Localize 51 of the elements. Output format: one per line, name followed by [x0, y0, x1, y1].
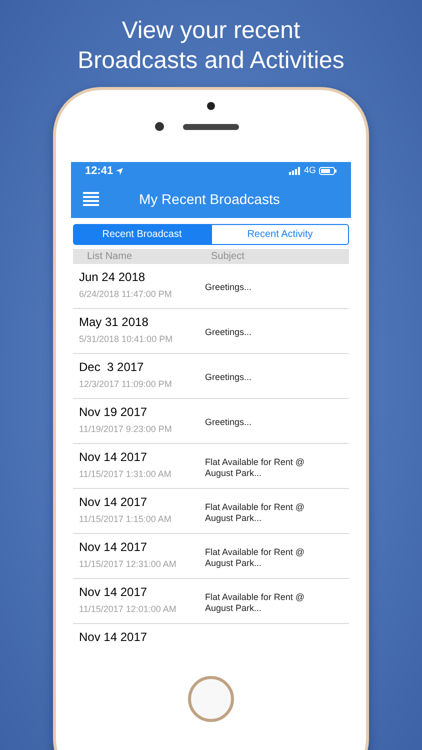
broadcast-row[interactable]: May 31 2018 5/31/2018 10:41:00 PM Greetings... [73, 309, 349, 354]
broadcast-row[interactable]: Nov 19 2017 11/19/2017 9:23:00 PM Greetings... [73, 399, 349, 444]
broadcast-date: Nov 14 2017 [79, 630, 148, 644]
broadcast-row[interactable]: Nov 14 2017 11/15/2017 12:01:00 AM Flat Available for Rent @ August Park... [73, 579, 349, 624]
broadcast-row[interactable]: Jun 24 2018 6/24/2018 11:47:00 PM Greetings... [73, 264, 349, 309]
broadcast-timestamp: 6/24/2018 11:47:00 PM [79, 289, 173, 300]
menu-icon[interactable] [83, 192, 99, 206]
broadcast-subject: Greetings... [205, 372, 253, 383]
column-header: Subject [211, 250, 244, 264]
broadcast-timestamp: 11/15/2017 12:01:00 AM [79, 604, 178, 615]
segment-tab[interactable]: Recent Broadcast [73, 224, 211, 245]
column-header: List Name [87, 250, 134, 264]
home-button[interactable] [188, 676, 234, 722]
location-arrow-icon [116, 168, 124, 174]
broadcast-date: Nov 14 2017 [79, 495, 148, 509]
camera-icon [207, 102, 215, 110]
broadcast-timestamp: 11/19/2017 9:23:00 PM [79, 424, 173, 435]
segment-tab[interactable]: Recent Activity [211, 224, 349, 245]
headline-text: View your recent [122, 16, 300, 46]
broadcast-date: Jun 24 2018 [79, 270, 146, 284]
broadcast-subject: Flat Available for Rent @ August Park... [205, 546, 306, 568]
broadcast-timestamp: 11/15/2017 12:31:00 AM [79, 559, 178, 570]
speaker-slot [183, 124, 239, 130]
broadcast-subject: Flat Available for Rent @ August Park... [205, 592, 306, 614]
broadcast-row[interactable]: Dec 3 2017 12/3/2017 11:09:00 PM Greetings... [73, 354, 349, 399]
nav-title: My Recent Broadcasts [139, 190, 280, 209]
broadcast-date: Dec 3 2017 [79, 360, 145, 374]
broadcast-date: Nov 14 2017 [79, 585, 148, 599]
camera-icon [155, 122, 164, 131]
broadcast-date: Nov 14 2017 [79, 540, 148, 554]
broadcast-date: Nov 19 2017 [79, 405, 148, 419]
broadcast-row[interactable]: Nov 14 2017 11/15/2017 12:31:00 AM Flat Available for Rent @ August Park... [73, 534, 349, 579]
broadcast-timestamp: 11/15/2017 1:15:00 AM [79, 514, 172, 525]
broadcast-timestamp: 11/15/2017 1:31:00 AM [79, 469, 172, 480]
broadcast-row[interactable]: Nov 14 2017 11/15/2017 1:15:00 AM Flat Available for Rent @ August Park... [73, 489, 349, 534]
broadcast-timestamp: 5/31/2018 10:41:00 PM [79, 334, 174, 345]
headline-text: Broadcasts and Activities [78, 46, 344, 76]
broadcast-date: May 31 2018 [79, 315, 150, 329]
broadcast-subject: Greetings... [205, 282, 253, 293]
broadcast-row[interactable]: Nov 14 2017 [73, 624, 349, 659]
battery-icon [319, 167, 337, 175]
broadcast-subject: Flat Available for Rent @ August Park... [205, 456, 306, 478]
broadcast-row[interactable]: Nov 14 2017 11/15/2017 1:31:00 AM Flat Available for Rent @ August Park... [73, 444, 349, 489]
broadcast-subject: Greetings... [205, 417, 253, 428]
broadcast-date: Nov 14 2017 [79, 450, 148, 464]
network-label: 4G [304, 164, 316, 178]
signal-icon [288, 167, 301, 175]
broadcast-timestamp: 12/3/2017 11:09:00 PM [79, 379, 173, 390]
broadcast-subject: Greetings... [205, 327, 253, 338]
broadcast-subject: Flat Available for Rent @ August Park... [205, 502, 306, 524]
status-time: 12:41 [85, 164, 114, 179]
